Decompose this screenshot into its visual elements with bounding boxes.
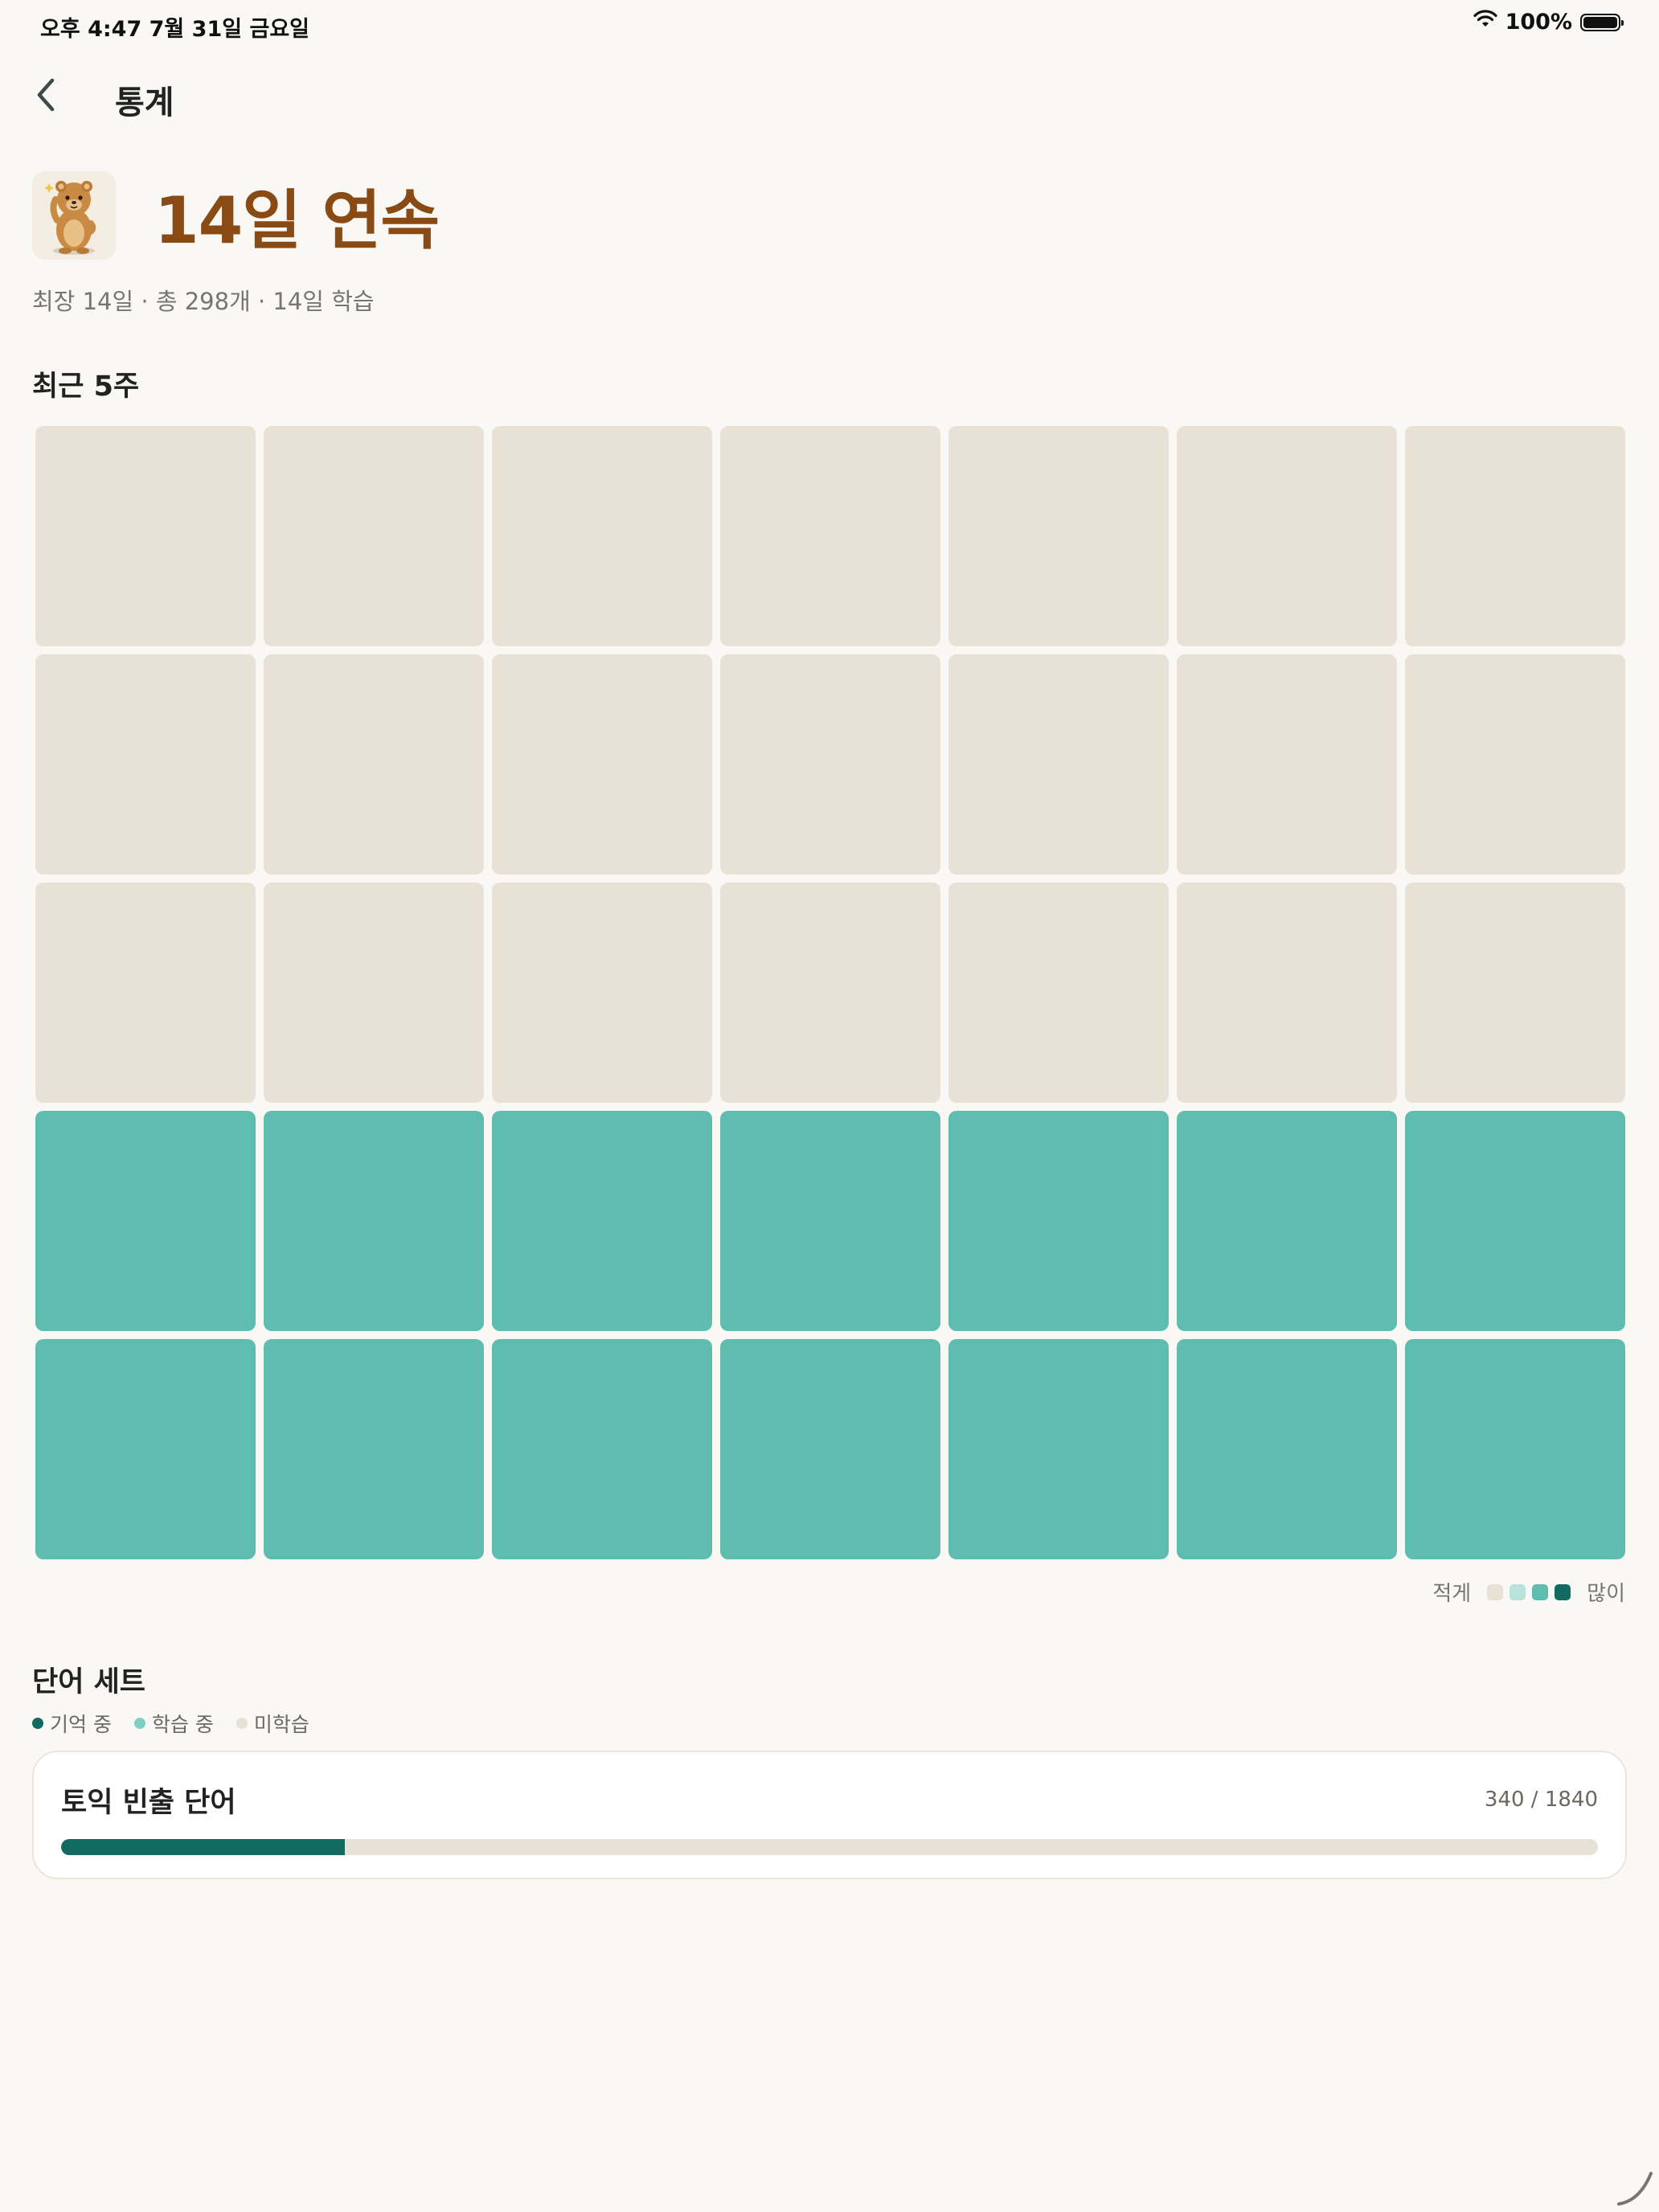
- heatmap-title: 최근 5주: [32, 371, 140, 403]
- heatmap-cell: [1177, 654, 1397, 875]
- legend-more-label: 많이: [1587, 1582, 1625, 1606]
- word-sets-key: 기억 중 학습 중 미학습: [32, 1709, 309, 1738]
- heatmap-cell: [492, 883, 712, 1103]
- word-sets-title: 단어 세트: [32, 1666, 145, 1698]
- key-item: 미학습: [236, 1709, 309, 1738]
- heatmap-cell: [948, 1111, 1169, 1331]
- legend-swatches: [1487, 1583, 1571, 1600]
- heatmap-cell: [948, 426, 1169, 646]
- heatmap-cell: [264, 883, 484, 1103]
- heatmap-cell: [720, 426, 940, 646]
- heatmap-cell: [948, 1339, 1169, 1559]
- heatmap-cell: [264, 426, 484, 646]
- key-item: 기억 중: [32, 1709, 112, 1738]
- heatmap-cell: [720, 1111, 940, 1331]
- nav-bar: 통계: [0, 64, 1659, 129]
- heatmap-cell: [1405, 883, 1625, 1103]
- heatmap-cell: [264, 1111, 484, 1331]
- heatmap-cell: [1405, 1339, 1625, 1559]
- word-set-count: 340 / 1840: [1484, 1788, 1598, 1812]
- heatmap-cell: [1177, 1111, 1397, 1331]
- heatmap-cell: [1405, 426, 1625, 646]
- status-bar: 오후 4:47 7월 31일 금요일 100%: [0, 0, 1659, 51]
- heatmap-cell: [948, 883, 1169, 1103]
- key-label: 미학습: [253, 1713, 309, 1736]
- heatmap-cell: [35, 1339, 256, 1559]
- key-item: 학습 중: [133, 1709, 214, 1738]
- heatmap-cell: [35, 1111, 256, 1331]
- heatmap-cell: [1405, 1111, 1625, 1331]
- heatmap-cell: [1177, 1339, 1397, 1559]
- battery-icon: [1580, 13, 1624, 31]
- key-dot-icon: [133, 1718, 145, 1729]
- heatmap-cell: [1405, 654, 1625, 875]
- heatmap-cell: [492, 426, 712, 646]
- heatmap-cell: [720, 1339, 940, 1559]
- activity-heatmap: [35, 426, 1625, 1559]
- heatmap-cell: [948, 654, 1169, 875]
- word-set-progress-fill: [61, 1839, 346, 1855]
- back-button[interactable]: [24, 74, 69, 119]
- heatmap-cell: [1177, 883, 1397, 1103]
- legend-less-label: 적게: [1432, 1582, 1472, 1606]
- key-label: 학습 중: [151, 1713, 214, 1736]
- heatmap-cell: [720, 883, 940, 1103]
- heatmap-cell: [720, 654, 940, 875]
- quokka-mascot-icon: [32, 171, 116, 260]
- streak-title: 14일 연속: [154, 183, 440, 258]
- legend-swatch: [1487, 1583, 1504, 1600]
- status-time-date: 오후 4:47 7월 31일 금요일: [40, 17, 309, 42]
- status-right: 100%: [1473, 10, 1624, 35]
- heatmap-cell: [35, 426, 256, 646]
- page-title: 통계: [115, 84, 174, 121]
- word-set-progress: [61, 1839, 1598, 1855]
- chevron-left-icon: [35, 77, 59, 116]
- legend-swatch: [1532, 1583, 1549, 1600]
- streak-subtitle: 최장 14일 · 총 298개 · 14일 학습: [32, 288, 375, 315]
- wifi-icon: [1473, 10, 1497, 35]
- heatmap-cell: [35, 883, 256, 1103]
- heatmap-cell: [264, 1339, 484, 1559]
- heatmap-cell: [492, 1339, 712, 1559]
- word-set-name: 토익 빈출 단어: [61, 1787, 236, 1819]
- streak-header: 14일 연속: [32, 169, 440, 262]
- heatmap-cell: [35, 654, 256, 875]
- key-dot-icon: [32, 1718, 43, 1729]
- word-set-card[interactable]: 토익 빈출 단어 340 / 1840: [32, 1751, 1627, 1879]
- legend-swatch: [1555, 1583, 1571, 1600]
- heatmap-cell: [1177, 426, 1397, 646]
- legend-swatch: [1509, 1583, 1526, 1600]
- key-label: 기억 중: [50, 1713, 112, 1736]
- corner-curve-icon: [1616, 2169, 1654, 2207]
- key-dot-icon: [236, 1718, 248, 1729]
- heatmap-legend: 적게 많이: [1432, 1577, 1625, 1607]
- heatmap-cell: [492, 654, 712, 875]
- heatmap-cell: [264, 654, 484, 875]
- battery-percent: 100%: [1505, 10, 1572, 35]
- heatmap-cell: [492, 1111, 712, 1331]
